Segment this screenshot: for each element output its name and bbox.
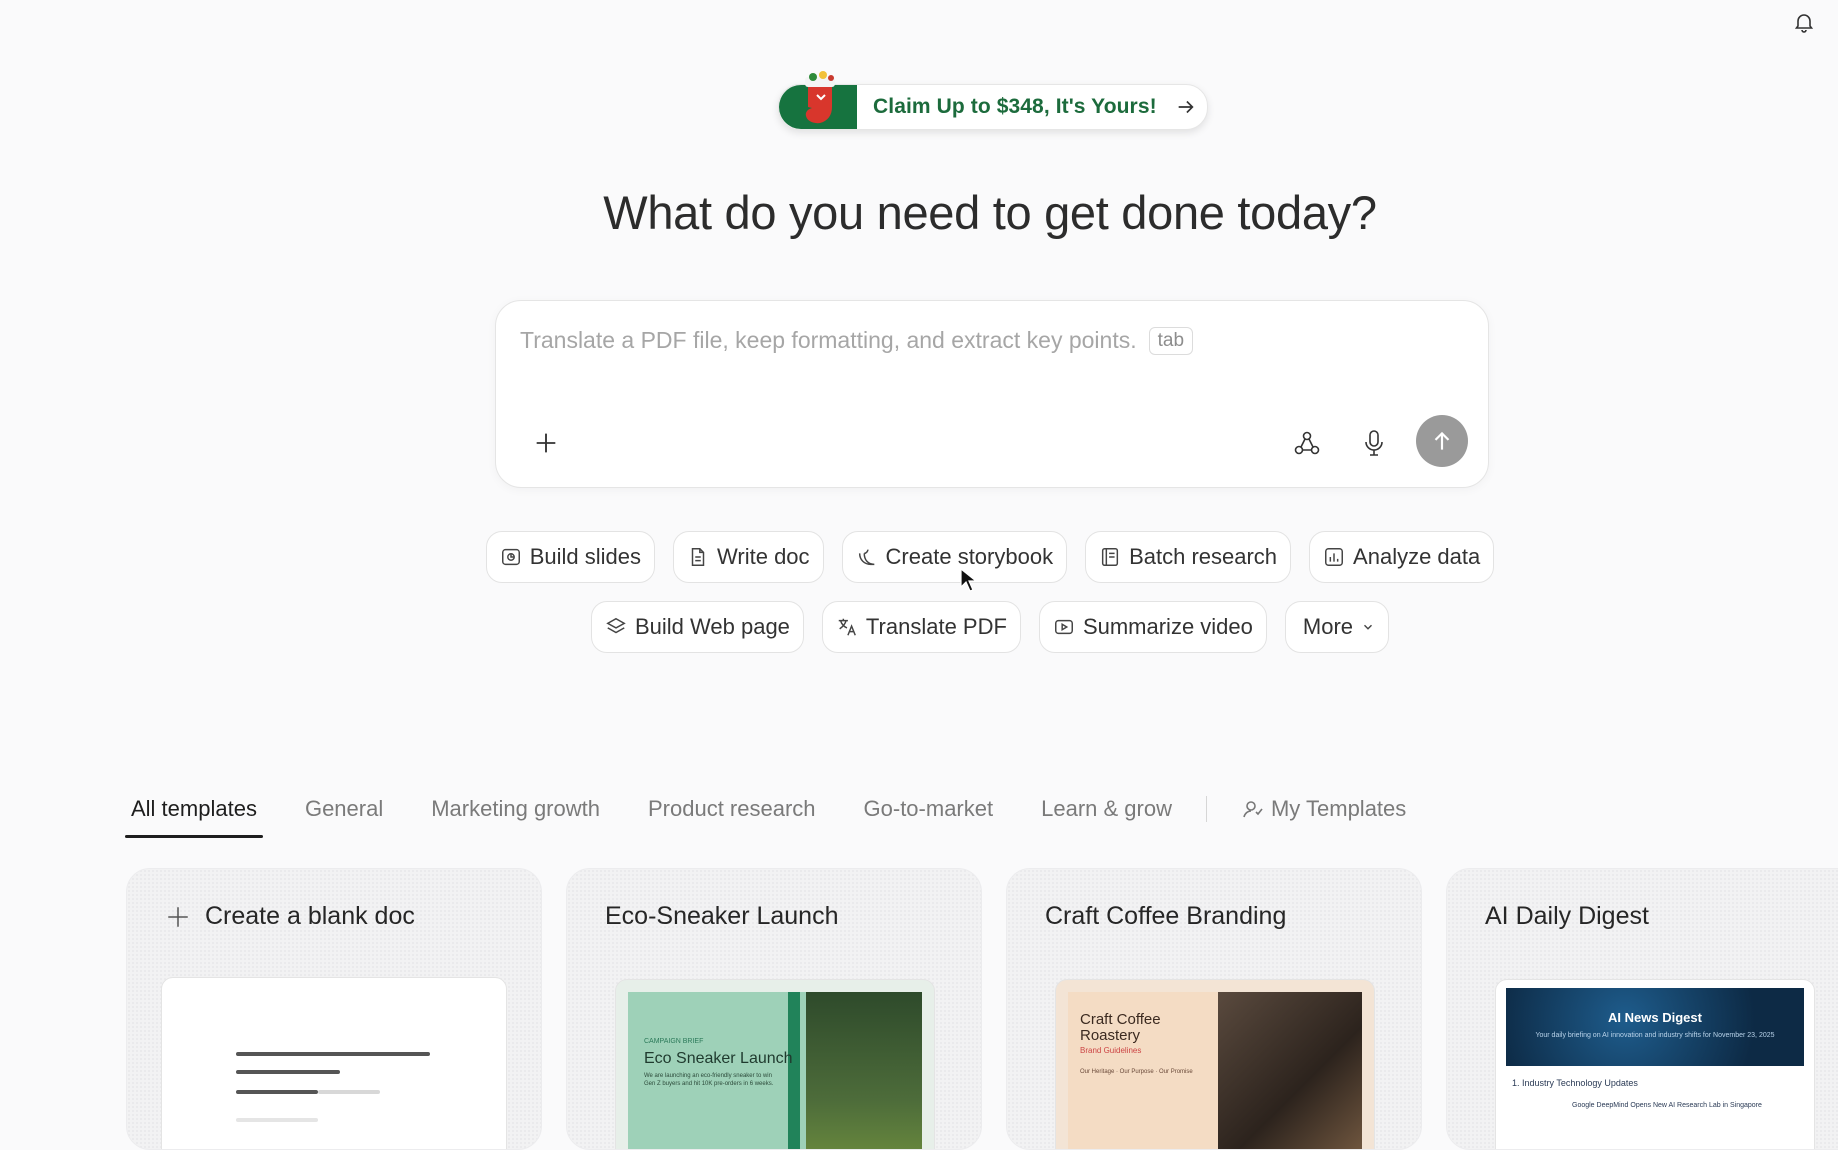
send-button[interactable] xyxy=(1416,415,1468,467)
chip-summarize-video[interactable]: Summarize video xyxy=(1038,601,1267,653)
microphone-icon[interactable] xyxy=(1358,427,1390,459)
chip-write-doc[interactable]: Write doc xyxy=(673,531,824,583)
thumb-item: 1. Industry Technology Updates xyxy=(1512,1078,1638,1088)
blank-doc-thumbnail xyxy=(161,977,507,1149)
thumb-title: Eco Sneaker Launch xyxy=(644,1050,793,1067)
thumb-panel xyxy=(628,992,808,1149)
slides-icon xyxy=(501,548,520,566)
promo-art xyxy=(779,71,857,129)
chip-build-web-page[interactable]: Build Web page xyxy=(590,601,804,653)
prompt-placeholder: Translate a PDF file, keep formatting, a… xyxy=(520,327,1194,355)
chip-label: Write doc xyxy=(717,544,810,569)
chip-build-slides[interactable]: Build slides xyxy=(485,531,656,583)
line xyxy=(236,1052,430,1056)
card-title-text: Create a blank doc xyxy=(205,902,415,930)
thumb-sub: Your daily briefing on AI innovation and… xyxy=(1535,1032,1775,1039)
mouse-cursor-icon xyxy=(960,568,976,592)
card-title: Create a blank doc xyxy=(165,902,415,931)
tab-marketing-growth[interactable]: Marketing growth xyxy=(425,790,606,838)
tab-learn-grow[interactable]: Learn & grow xyxy=(1035,790,1178,838)
thumb-title: Craft Coffee Roastery xyxy=(1080,1011,1161,1044)
thumb-headline: Google DeepMind Opens New AI Research La… xyxy=(1572,1102,1762,1109)
thumb-title: AI News Digest xyxy=(1608,1010,1702,1025)
chip-label: Translate PDF xyxy=(865,614,1007,639)
tab-all-templates[interactable]: All templates xyxy=(125,790,263,838)
page-headline: What do you need to get done today? xyxy=(603,186,1377,239)
tab-my-templates[interactable]: My Templates xyxy=(1235,790,1412,838)
chip-label: Create storybook xyxy=(885,544,1054,569)
tab-product-research[interactable]: Product research xyxy=(642,790,822,838)
chip-label: Build Web page xyxy=(634,614,790,639)
quick-actions-row-2: Build Web page Translate PDF Summarize v… xyxy=(0,601,1838,653)
promo-text: Claim Up to $348, It's Yours! xyxy=(873,95,1157,118)
arrow-right-icon xyxy=(1178,100,1194,114)
video-icon xyxy=(1054,619,1073,635)
card-ai-daily-digest[interactable]: AI Daily Digest AI News Digest Your dail… xyxy=(1446,868,1838,1150)
thumb-banner: AI News Digest Your daily briefing on AI… xyxy=(1506,988,1804,1066)
layers-icon xyxy=(606,617,626,634)
storybook-icon xyxy=(858,549,874,566)
chip-label: Analyze data xyxy=(1353,544,1481,569)
tab-key-hint: tab xyxy=(1148,327,1194,355)
card-title: AI Daily Digest xyxy=(1485,902,1649,930)
promo-banner[interactable]: Claim Up to $348, It's Yours! xyxy=(778,71,1208,130)
chip-create-storybook[interactable]: Create storybook xyxy=(841,531,1068,583)
thumb-body: Our Heritage · Our Purpose · Our Promise xyxy=(1080,1069,1193,1075)
translate-icon xyxy=(838,618,856,636)
chip-label: Batch research xyxy=(1129,544,1278,569)
chip-analyze-data[interactable]: Analyze data xyxy=(1309,531,1495,583)
chevron-down-icon xyxy=(1364,624,1373,630)
tab-separator xyxy=(1205,796,1207,822)
template-cards: Create a blank doc Eco-Sneaker Launch CA… xyxy=(126,868,1838,1150)
chip-more[interactable]: More xyxy=(1284,601,1390,653)
card-title: Craft Coffee Branding xyxy=(1045,902,1287,930)
thumb-sub: Brand Guidelines xyxy=(1080,1046,1142,1055)
plus-icon xyxy=(168,906,188,927)
quick-actions-row-1: Build slides Write doc Create storybook … xyxy=(0,531,1838,583)
line xyxy=(236,1070,340,1074)
thumb-stripe xyxy=(788,992,800,1149)
line xyxy=(318,1090,380,1094)
template-tabs: All templates General Marketing growth P… xyxy=(125,790,1448,838)
my-templates-icon xyxy=(1243,801,1263,818)
tab-label: My Templates xyxy=(1270,796,1407,821)
eco-sneaker-thumbnail: CAMPAIGN BRIEF Eco Sneaker Launch We are… xyxy=(615,979,935,1149)
chip-label: Build slides xyxy=(529,544,642,569)
card-blank-doc[interactable]: Create a blank doc xyxy=(126,868,542,1150)
chart-icon xyxy=(1325,548,1344,566)
tab-general[interactable]: General xyxy=(299,790,389,838)
line xyxy=(236,1118,318,1122)
thumb-body: We are launching an eco-friendly sneaker… xyxy=(644,1073,774,1087)
chip-label: More xyxy=(1302,614,1354,639)
card-eco-sneaker[interactable]: Eco-Sneaker Launch CAMPAIGN BRIEF Eco Sn… xyxy=(566,868,982,1150)
christmas-stocking-icon xyxy=(805,71,835,124)
coffee-photo xyxy=(1218,992,1362,1149)
sneaker-photo xyxy=(806,992,922,1149)
coffee-thumbnail: Craft Coffee Roastery Brand Guidelines O… xyxy=(1055,979,1375,1149)
research-book-icon xyxy=(1102,548,1119,566)
notification-bell-icon[interactable] xyxy=(1792,10,1816,34)
placeholder-text: Translate a PDF file, keep formatting, a… xyxy=(520,327,1137,353)
chip-translate-pdf[interactable]: Translate PDF xyxy=(821,601,1021,653)
add-attachment-button[interactable] xyxy=(532,429,560,457)
chip-label: Summarize video xyxy=(1082,614,1253,639)
document-icon xyxy=(691,548,705,566)
prompt-input[interactable]: Translate a PDF file, keep formatting, a… xyxy=(495,300,1489,488)
ai-digest-thumbnail: AI News Digest Your daily briefing on AI… xyxy=(1495,979,1815,1149)
line xyxy=(236,1090,318,1094)
arrow-up-icon xyxy=(1434,431,1450,450)
card-title: Eco-Sneaker Launch xyxy=(605,902,839,930)
tab-go-to-market[interactable]: Go-to-market xyxy=(858,790,1000,838)
thumb-label: CAMPAIGN BRIEF xyxy=(644,1038,704,1045)
agent-tools-icon[interactable] xyxy=(1291,427,1323,459)
card-craft-coffee[interactable]: Craft Coffee Branding Craft Coffee Roast… xyxy=(1006,868,1422,1150)
chip-batch-research[interactable]: Batch research xyxy=(1085,531,1292,583)
